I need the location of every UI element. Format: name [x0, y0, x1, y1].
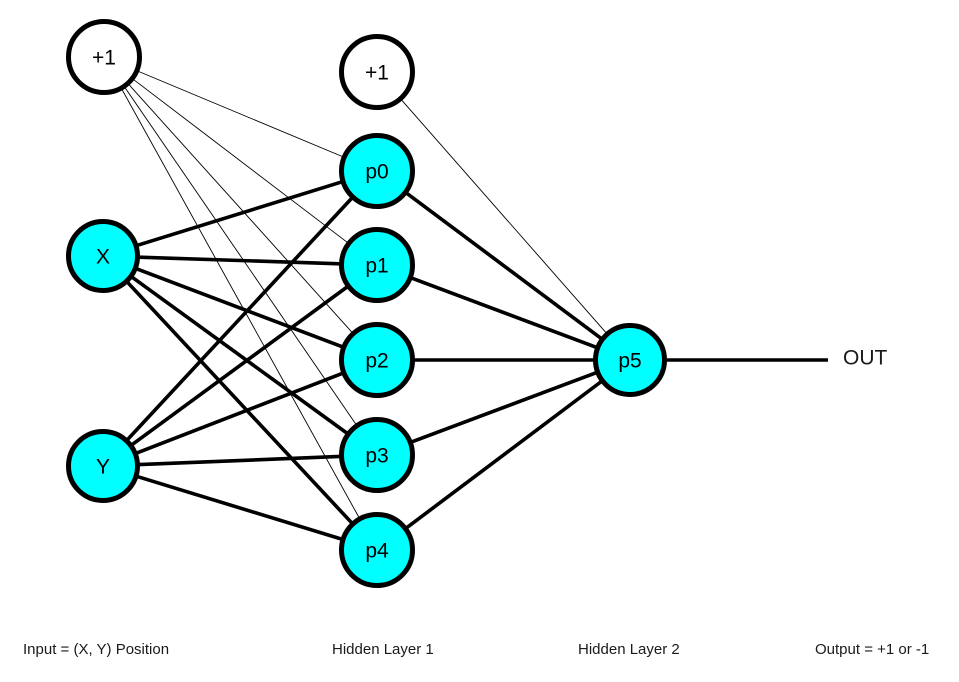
- edge-bias_input-to-p2: [128, 84, 353, 333]
- caption-output-layer: Output = +1 or -1: [815, 641, 929, 658]
- node-p5[interactable]: p5: [593, 323, 667, 397]
- caption-hidden-layer-1: Hidden Layer 1: [332, 641, 434, 658]
- node-label-p1: p1: [365, 255, 388, 278]
- node-label-input_x: X: [96, 246, 110, 269]
- edge-input_x-to-p3: [131, 275, 349, 435]
- edge-bias_input-to-p0: [137, 70, 344, 158]
- output-label: OUT: [843, 347, 888, 370]
- caption-layer: Input = (X, Y) Position Hidden Layer 1 H…: [23, 641, 929, 658]
- node-label-p3: p3: [365, 445, 388, 468]
- caption-hidden-layer-2: Hidden Layer 2: [578, 641, 680, 658]
- edge-input_y-to-p3: [138, 454, 341, 467]
- edge-p0-to-p5: [405, 191, 603, 340]
- node-label-p0: p0: [365, 161, 388, 184]
- edge-input_x-to-p2: [136, 267, 344, 349]
- edge-input_x-to-p1: [138, 255, 341, 266]
- edge-input_y-to-p4: [136, 474, 343, 541]
- node-p4[interactable]: p4: [339, 512, 415, 588]
- node-label-bias_input: +1: [92, 47, 116, 70]
- edge-bias_input-to-p1: [133, 79, 348, 243]
- edge-input_y-to-p2: [135, 371, 344, 455]
- node-p2[interactable]: p2: [339, 322, 415, 398]
- node-label-bias_hidden: +1: [365, 62, 389, 85]
- node-label-p5: p5: [618, 350, 641, 373]
- edge-input_x-to-p0: [136, 180, 343, 248]
- node-layer: +1 X Y +1 p0 p1 p2 p3 p4 p5: [66, 19, 667, 588]
- output-connection-group: OUT: [667, 347, 888, 370]
- node-p3[interactable]: p3: [339, 417, 415, 493]
- neural-network-diagram: OUT +1 X Y +1 p0 p1 p2 p3 p4 p5 Input = (X, Y) Po…: [0, 0, 959, 682]
- network-canvas: OUT +1 X Y +1 p0 p1 p2 p3 p4 p5 Input = (X, Y) Po…: [23, 19, 929, 658]
- node-bias_input[interactable]: +1: [66, 19, 142, 95]
- edge-input_y-to-p1: [130, 285, 349, 447]
- node-p0[interactable]: p0: [339, 133, 415, 209]
- node-input_y[interactable]: Y: [66, 429, 140, 503]
- edge-bias_hidden-to-p5: [401, 99, 607, 334]
- node-label-input_y: Y: [96, 456, 110, 479]
- edge-bias_input-to-p3: [124, 87, 357, 425]
- node-input_x[interactable]: X: [66, 219, 140, 293]
- node-bias_hidden[interactable]: +1: [339, 34, 415, 110]
- node-p1[interactable]: p1: [339, 227, 415, 303]
- caption-input-layer: Input = (X, Y) Position: [23, 641, 169, 658]
- edge-p4-to-p5: [405, 380, 603, 530]
- node-label-p2: p2: [365, 350, 388, 373]
- node-label-p4: p4: [365, 540, 389, 563]
